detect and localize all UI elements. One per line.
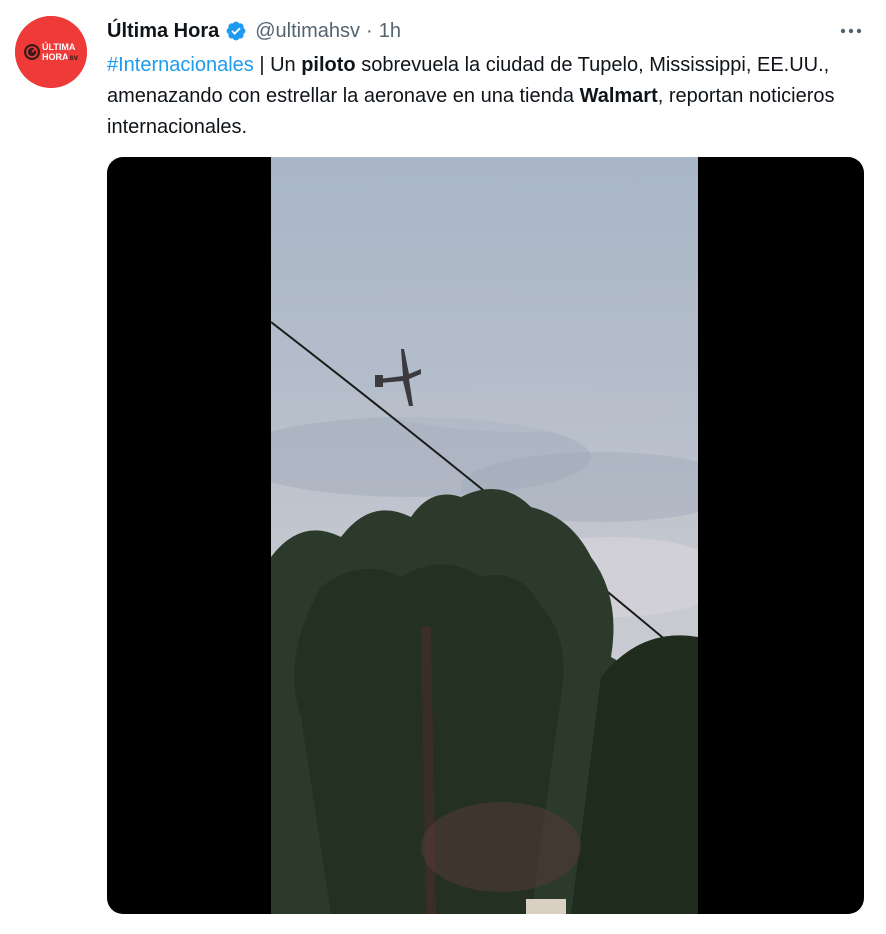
more-options-icon[interactable] [836, 18, 866, 44]
video-thumbnail [271, 157, 698, 914]
tweet-text: #Internacionales | Un piloto sobrevuela … [107, 50, 867, 143]
tweet-time[interactable]: 1h [379, 20, 401, 43]
separator-dot: · [366, 19, 373, 42]
tweet-header: Última Hora @ultimahsv · 1h [107, 17, 401, 45]
avatar-text-top: ÚLTIMA [42, 41, 76, 52]
author-handle[interactable]: @ultimahsv [255, 20, 360, 43]
tweet-text-bold: piloto [301, 54, 356, 76]
avatar-text-suffix: .sv [67, 53, 79, 62]
hashtag-link[interactable]: #Internacionales [107, 54, 254, 76]
tweet-text-bold: Walmart [579, 85, 658, 107]
avatar[interactable]: ÚLTIMA HORA .sv [15, 16, 87, 88]
verified-badge-icon [225, 20, 247, 42]
author-name[interactable]: Última Hora [107, 20, 219, 43]
video-frame[interactable] [271, 157, 698, 914]
tweet-text-segment: | Un [253, 54, 302, 76]
ultima-hora-logo-icon: ÚLTIMA HORA .sv [15, 16, 87, 88]
tweet[interactable]: ÚLTIMA HORA .sv Última Hora @ultimahsv ·… [0, 0, 886, 934]
video-player[interactable] [107, 157, 864, 914]
avatar-text-bottom: HORA [42, 52, 69, 62]
